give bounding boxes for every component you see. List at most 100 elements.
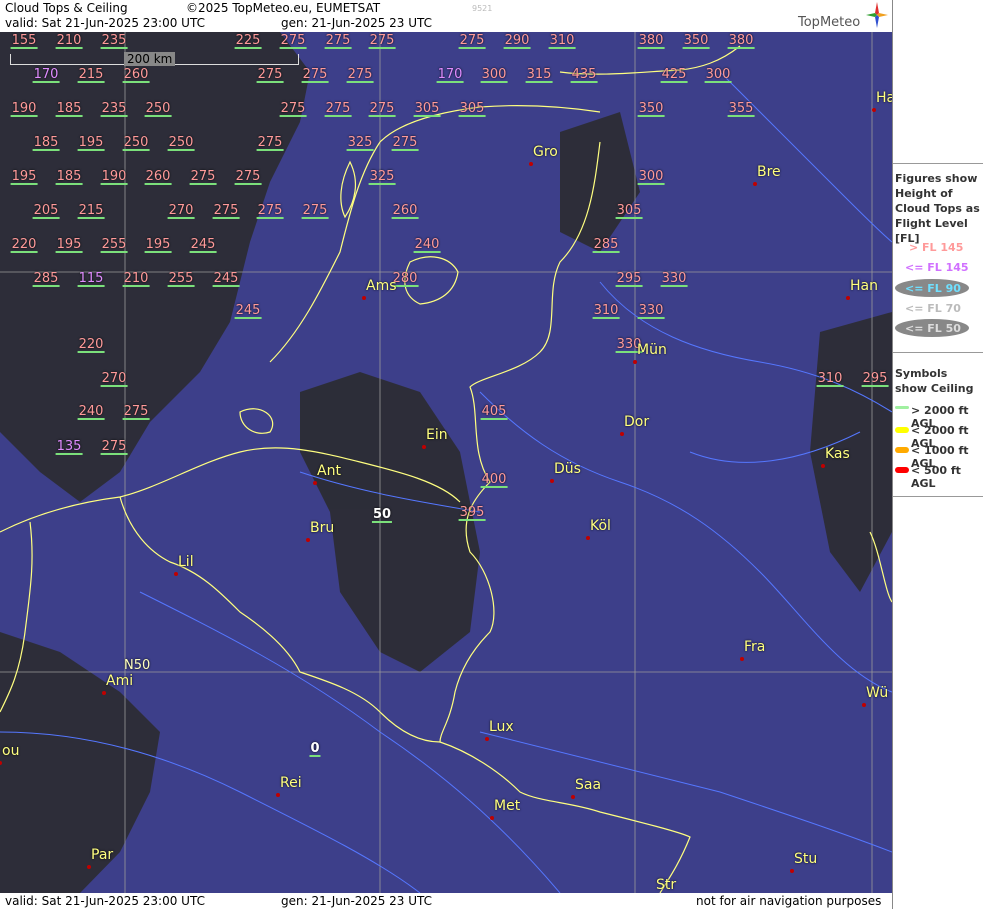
cloud-top-fl-label: 220 — [77, 337, 105, 353]
cloud-top-fl-label: 255 — [167, 271, 195, 287]
city-label: Ami — [106, 673, 134, 689]
city-label: Str — [656, 877, 677, 893]
cloud-top-fl-label: 260 — [391, 203, 419, 219]
cloud-top-fl-label: 195 — [55, 237, 83, 253]
cloud-top-fl-label: 235 — [100, 101, 128, 117]
city-label: Bru — [310, 520, 335, 536]
cloud-top-fl-label: 190 — [100, 169, 128, 185]
city-label: Bre — [757, 164, 781, 180]
city-label: Lux — [489, 719, 514, 735]
city-marker — [862, 703, 866, 707]
cloud-top-fl-label: 275 — [301, 67, 329, 83]
cloud-top-fl-label: 135 — [55, 439, 83, 455]
city-label: Rei — [280, 775, 302, 791]
cloud-top-fl-label: 245 — [212, 271, 240, 287]
copyright: ©2025 TopMeteo.eu, EUMETSAT — [186, 1, 381, 15]
image-code: 9521 — [472, 4, 493, 13]
city-label: Han — [850, 278, 878, 294]
legend-divider — [893, 163, 983, 164]
city-label: Wü — [866, 685, 889, 701]
cloud-top-fl-label: 290 — [503, 33, 531, 49]
city-marker — [550, 479, 554, 483]
city-label: Ha — [876, 90, 892, 106]
city-label: Saa — [575, 777, 602, 793]
city-marker — [422, 445, 426, 449]
city-marker — [821, 464, 825, 468]
cloud-top-fl-label: 155 — [10, 33, 38, 49]
city-marker — [313, 481, 317, 485]
satellite-map[interactable]: 200 km N50 155 210 235 225 275 275 275 275 290 31… — [0, 32, 892, 893]
cloud-top-fl-label: 380 — [727, 33, 755, 49]
city-label: Stu — [794, 851, 818, 867]
cloud-top-fl-label: 270 — [167, 203, 195, 219]
cloud-top-fl-label: 170 — [436, 67, 464, 83]
cloud-top-fl-label: 400 — [480, 472, 508, 488]
cloud-top-fl-label: 325 — [368, 169, 396, 185]
city-marker — [490, 816, 494, 820]
city-label: ou — [2, 743, 20, 759]
cloud-top-fl-label: 50 — [371, 507, 393, 523]
cloud-top-fl-label: 330 — [660, 271, 688, 287]
city-marker — [633, 360, 637, 364]
city-marker — [571, 795, 575, 799]
legend-fl-item: <= FL 90 — [905, 282, 961, 295]
cloud-top-fl-label: 275 — [256, 67, 284, 83]
cloud-top-fl-label: 275 — [391, 135, 419, 151]
cloud-top-fl-label: 250 — [144, 101, 172, 117]
cloud-top-fl-label: 315 — [525, 67, 553, 83]
footer-valid-time: valid: Sat 21-Jun-2025 23:00 UTC — [5, 894, 205, 908]
legend-fl-item: <= FL 70 — [905, 302, 961, 315]
cloud-top-fl-label: 240 — [77, 404, 105, 420]
cloud-top-fl-label: 195 — [77, 135, 105, 151]
cloud-top-fl-label: 275 — [368, 101, 396, 117]
cloud-top-fl-label: 275 — [368, 33, 396, 49]
city-marker — [306, 538, 310, 542]
city-marker — [872, 108, 876, 112]
cloud-top-fl-label: 185 — [55, 101, 83, 117]
cloud-top-fl-label: 245 — [234, 303, 262, 319]
city-marker — [790, 869, 794, 873]
cloud-top-fl-label: 325 — [346, 135, 374, 151]
cloud-top-fl-label: 305 — [615, 203, 643, 219]
cloud-top-fl-label: 275 — [100, 439, 128, 455]
cloud-top-fl-label: 275 — [234, 169, 262, 185]
ceiling-symbol — [895, 406, 909, 409]
city-label: Köl — [590, 518, 611, 534]
cloud-top-fl-label: 275 — [212, 203, 240, 219]
cloud-top-fl-label: 215 — [77, 67, 105, 83]
cloud-top-fl-label: 205 — [32, 203, 60, 219]
city-marker — [174, 572, 178, 576]
city-marker — [529, 162, 533, 166]
city-label: Dor — [624, 414, 650, 430]
compass-logo-icon — [866, 2, 888, 28]
cloud-top-fl-label: 330 — [637, 303, 665, 319]
cloud-top-fl-label: 425 — [660, 67, 688, 83]
cloud-top-fl-label: 305 — [458, 101, 486, 117]
valid-time: valid: Sat 21-Jun-2025 23:00 UTC — [5, 16, 205, 30]
map-title: Cloud Tops & Ceiling — [5, 1, 128, 15]
cloud-top-fl-label: 310 — [592, 303, 620, 319]
city-label: Lil — [178, 554, 194, 570]
city-label: Ein — [426, 427, 448, 443]
map-header: Cloud Tops & Ceiling ©2025 TopMeteo.eu, … — [0, 0, 892, 32]
city-label: Par — [91, 847, 114, 863]
city-marker — [102, 691, 106, 695]
cloud-top-fl-label: 235 — [100, 33, 128, 49]
cloud-top-fl-label: 305 — [413, 101, 441, 117]
cloud-top-fl-label: 275 — [458, 33, 486, 49]
cloud-top-fl-label: 185 — [55, 169, 83, 185]
cloud-top-fl-label: 250 — [167, 135, 195, 151]
cloud-top-fl-label: 240 — [413, 237, 441, 253]
cloud-top-fl-label: 275 — [301, 203, 329, 219]
city-label: Fra — [744, 639, 766, 655]
cloud-top-fl-label: 250 — [122, 135, 150, 151]
symbols-legend-title: Symbols show Ceiling — [895, 367, 974, 395]
ceiling-symbol — [895, 467, 909, 473]
city-marker — [740, 657, 744, 661]
legend-fl-item: > FL 145 — [909, 241, 964, 254]
cloud-top-fl-label: 300 — [704, 67, 732, 83]
brand-logo-text: TopMeteo — [798, 15, 861, 30]
map-footer: valid: Sat 21-Jun-2025 23:00 UTC gen: 21… — [0, 893, 892, 909]
cloud-top-fl-label: 310 — [548, 33, 576, 49]
cloud-top-fl-label: 300 — [637, 169, 665, 185]
